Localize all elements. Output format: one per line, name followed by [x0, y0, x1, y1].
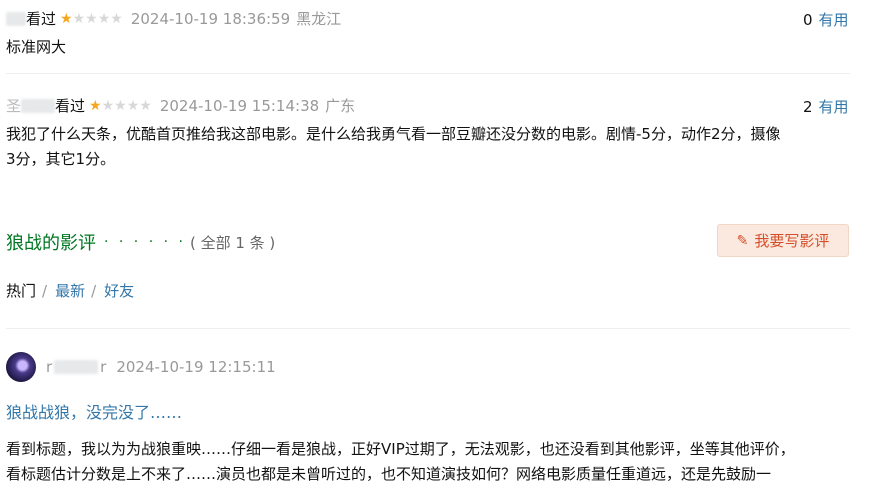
write-review-label: 我要写影评: [754, 232, 830, 250]
comment-text-line-2: 3分，其它1分。: [6, 150, 116, 168]
watch-status: 看过: [55, 97, 86, 115]
useful-count: 0: [803, 11, 813, 29]
rating-stars: ★ ★ ★ ★ ★: [60, 12, 123, 26]
tab-separator: /: [91, 281, 97, 300]
useful-count: 2: [803, 98, 813, 116]
review-header: r r 2024-10-19 12:15:11: [46, 358, 276, 376]
tab-friends[interactable]: 好友: [104, 280, 134, 301]
comment-text-line-1: 我犯了什么天条，优酷首页推给我这部电影。是什么给我勇气看一部豆瓣还没分数的电影。…: [6, 125, 781, 143]
comment-date: 2024-10-19 15:14:38: [159, 96, 320, 115]
star-empty-icon: ★: [110, 10, 123, 27]
useful-vote: 2 有用: [803, 96, 849, 117]
rating-stars: ★ ★ ★ ★ ★: [89, 99, 152, 113]
comment-header-2: 圣 看过 ★ ★ ★ ★ ★ 2024-10-19 15:14:38 广东: [6, 95, 355, 116]
useful-button[interactable]: 有用: [819, 11, 849, 29]
review-excerpt-line-1: 看到标题，我以为为战狼重映……仔细一看是狼战，正好VIP过期了，无法观影，也还没…: [6, 440, 795, 458]
tab-hot[interactable]: 热门: [6, 280, 36, 301]
author-name-redacted[interactable]: [21, 98, 56, 113]
tab-separator: /: [42, 281, 48, 300]
reviews-section-header: 狼战的影评 · · · · · · ( 全部 1 条 ): [6, 229, 275, 255]
section-dots: · · · · · ·: [104, 234, 186, 250]
star-empty-icon: ★: [126, 97, 140, 114]
review-title[interactable]: 狼战战狼，没完没了……: [6, 399, 182, 423]
review-author-first[interactable]: r: [46, 358, 52, 376]
pencil-icon: ✎: [736, 232, 749, 249]
star-empty-icon: ★: [114, 97, 127, 114]
star-empty-icon: ★: [139, 97, 152, 114]
author-name-redacted[interactable]: [6, 11, 26, 26]
comment-location: 黑龙江: [296, 10, 342, 28]
star-filled-icon: ★: [89, 97, 102, 114]
avatar[interactable]: [6, 352, 36, 382]
review-excerpt-line-2: 看标题估计分数是上不来了……演员也都是未曾听过的，也不知道演技如何？网络电影质量…: [6, 465, 772, 483]
review-date: 2024-10-19 12:15:11: [116, 358, 276, 376]
divider: [6, 328, 850, 329]
review-count[interactable]: ( 全部 1 条 ): [190, 232, 275, 253]
write-review-button[interactable]: ✎ 我要写影评: [717, 224, 849, 257]
author-name-prefix[interactable]: 圣: [6, 95, 21, 116]
tab-latest[interactable]: 最新: [55, 280, 85, 301]
section-title: 狼战的影评: [6, 233, 96, 254]
useful-button[interactable]: 有用: [819, 98, 849, 116]
comment-date: 2024-10-19 18:36:59: [130, 9, 291, 28]
star-filled-icon: ★: [60, 10, 73, 27]
useful-vote: 0 有用: [803, 9, 849, 30]
comment-text: 标准网大: [6, 38, 67, 56]
comment-header-1: 看过 ★ ★ ★ ★ ★ 2024-10-19 18:36:59 黑龙江: [6, 8, 341, 29]
star-empty-icon: ★: [101, 97, 115, 114]
comment-location: 广东: [325, 97, 356, 115]
star-empty-icon: ★: [97, 10, 111, 27]
watch-status: 看过: [26, 10, 57, 28]
star-empty-icon: ★: [85, 10, 98, 27]
author-name-redacted[interactable]: [54, 360, 99, 374]
review-author-last[interactable]: r: [100, 358, 106, 376]
star-empty-icon: ★: [72, 10, 86, 27]
divider: [6, 73, 850, 74]
review-sort-tabs: 热门 / 最新 / 好友: [6, 280, 134, 301]
